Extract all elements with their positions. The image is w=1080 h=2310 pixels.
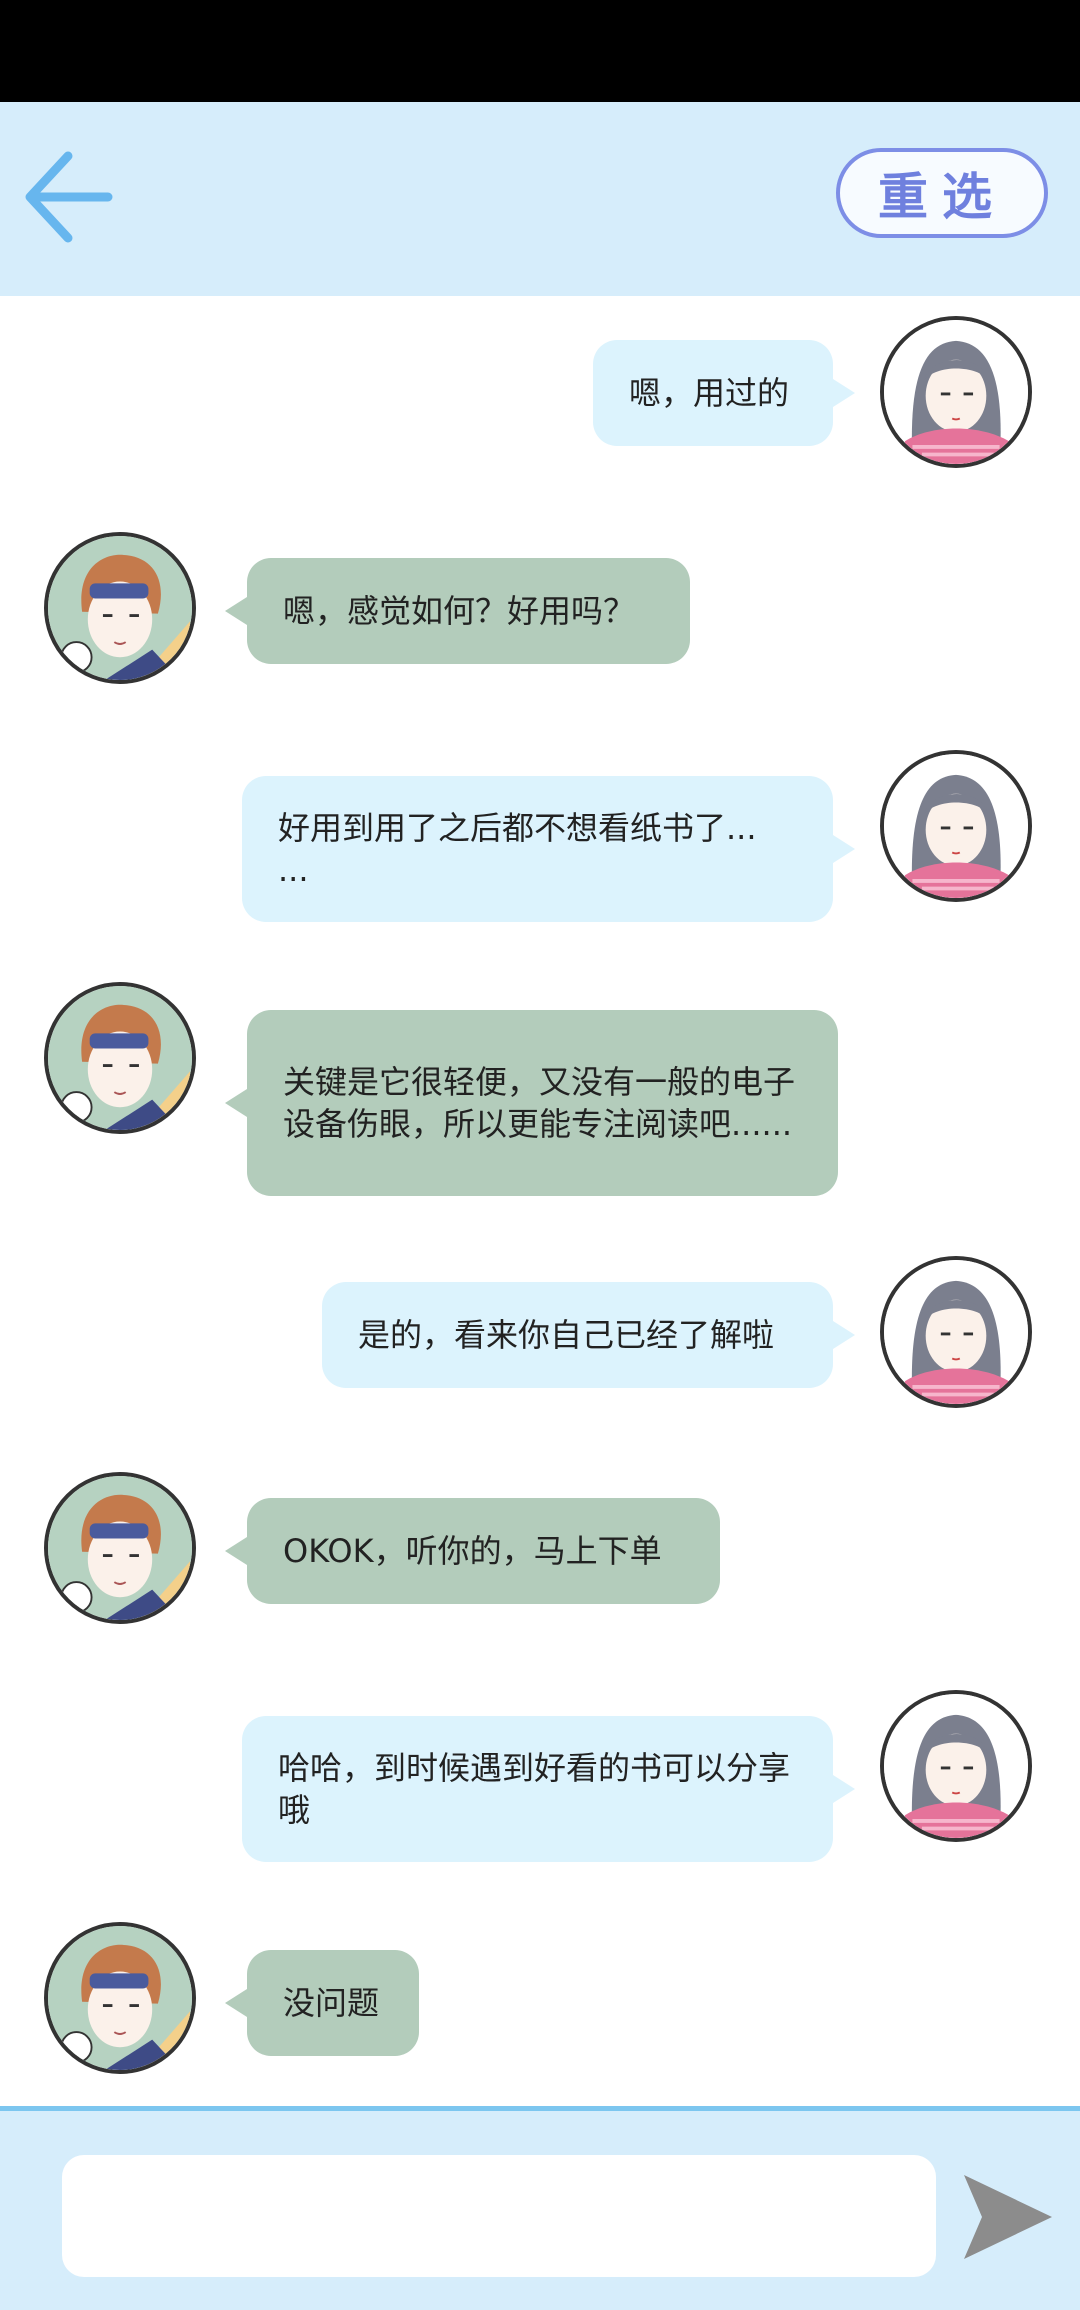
back-button[interactable] — [20, 142, 120, 252]
message-bubble: 好用到用了之后都不想看纸书了... ... — [242, 776, 855, 922]
status-bar — [0, 0, 1080, 102]
header-bar: 重选 — [0, 102, 1080, 296]
chat-area: 嗯，用过的 嗯，感觉如何？好用吗？ 好用到用了之后都不想看纸书了... ... … — [0, 296, 1080, 2106]
input-bar — [0, 2106, 1080, 2310]
message-input[interactable] — [62, 2155, 936, 2277]
girl-avatar[interactable] — [880, 1256, 1032, 1408]
girl-avatar[interactable] — [880, 316, 1032, 468]
arrow-left-icon — [25, 151, 113, 243]
reset-button[interactable]: 重选 — [836, 148, 1048, 238]
send-button[interactable] — [956, 2169, 1056, 2265]
boy-avatar[interactable] — [44, 1472, 196, 1624]
girl-avatar[interactable] — [880, 750, 1032, 902]
message-bubble: 嗯，感觉如何？好用吗？ — [225, 558, 690, 664]
message-bubble: 嗯，用过的 — [593, 340, 855, 446]
message-bubble: 没问题 — [225, 1950, 419, 2056]
boy-avatar[interactable] — [44, 982, 196, 1134]
message-bubble: 哈哈，到时候遇到好看的书可以分享哦 — [242, 1716, 855, 1862]
send-arrow-icon — [964, 2175, 1052, 2259]
girl-avatar[interactable] — [880, 1690, 1032, 1842]
boy-avatar[interactable] — [44, 532, 196, 684]
boy-avatar[interactable] — [44, 1922, 196, 2074]
message-bubble: OKOK，听你的，马上下单 — [225, 1498, 720, 1604]
message-bubble: 关键是它很轻便，又没有一般的电子设备伤眼，所以更能专注阅读吧...... — [225, 1010, 838, 1196]
message-bubble: 是的，看来你自己已经了解啦 — [322, 1282, 855, 1388]
